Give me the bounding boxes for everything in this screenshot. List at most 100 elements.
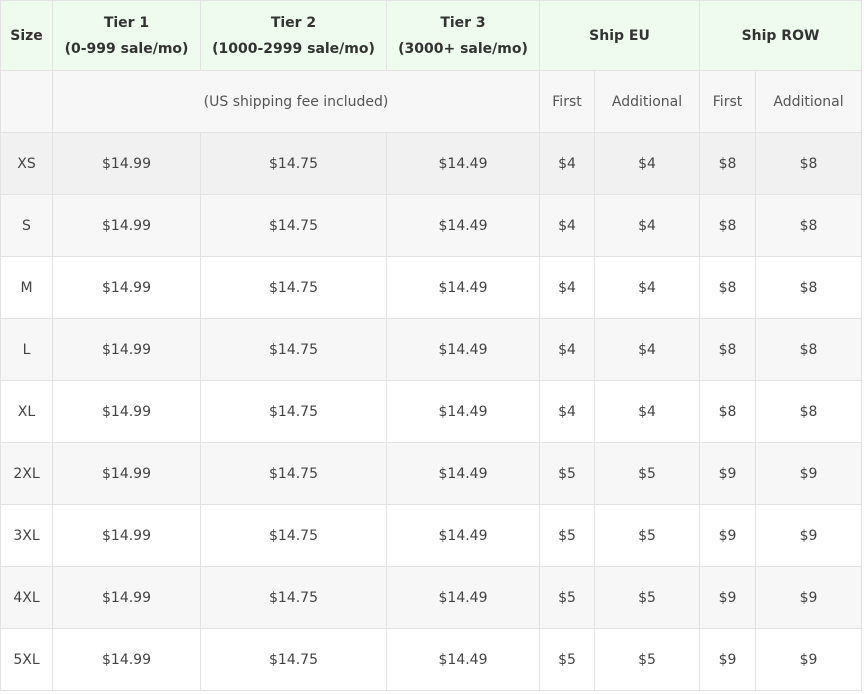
table-row: 4XL $14.99 $14.75 $14.49 $5 $5 $9 $9 bbox=[0, 566, 862, 629]
row-first-price: $9 bbox=[699, 442, 756, 505]
row-first-price: $9 bbox=[699, 628, 756, 691]
tier-2-price: $14.75 bbox=[200, 442, 387, 505]
tier-1-price: $14.99 bbox=[52, 256, 201, 319]
tier-3-price: $14.49 bbox=[386, 442, 540, 505]
tier-1-price: $14.99 bbox=[52, 504, 201, 567]
row-first-price: $8 bbox=[699, 132, 756, 195]
eu-additional-price: $4 bbox=[594, 132, 700, 195]
eu-additional-price: $4 bbox=[594, 380, 700, 443]
row-additional-price: $9 bbox=[755, 442, 862, 505]
tier-3-price: $14.49 bbox=[386, 504, 540, 567]
tier-2-price: $14.75 bbox=[200, 566, 387, 629]
tier-2-price: $14.75 bbox=[200, 628, 387, 691]
subheader-empty bbox=[0, 70, 53, 133]
tier-3-price: $14.49 bbox=[386, 380, 540, 443]
tier-3-title: Tier 3 bbox=[440, 14, 486, 31]
tier-2-price: $14.75 bbox=[200, 504, 387, 567]
eu-first-price: $4 bbox=[539, 132, 595, 195]
tier-2-price: $14.75 bbox=[200, 380, 387, 443]
header-size: Size bbox=[0, 0, 53, 71]
tier-1-price: $14.99 bbox=[52, 566, 201, 629]
size-cell: XL bbox=[0, 380, 53, 443]
size-cell: 3XL bbox=[0, 504, 53, 567]
eu-additional-price: $4 bbox=[594, 194, 700, 257]
tier-1-price: $14.99 bbox=[52, 194, 201, 257]
header-tier-1: Tier 1 (0-999 sale/mo) bbox=[52, 0, 201, 71]
tier-2-title: Tier 2 bbox=[270, 14, 317, 31]
tier-1-title: Tier 1 bbox=[103, 14, 150, 31]
tier-1-price: $14.99 bbox=[52, 380, 201, 443]
tier-1-price: $14.99 bbox=[52, 628, 201, 691]
eu-first-price: $4 bbox=[539, 318, 595, 381]
row-first-price: $8 bbox=[699, 194, 756, 257]
tier-2-price: $14.75 bbox=[200, 256, 387, 319]
row-additional-price: $8 bbox=[755, 194, 862, 257]
table-row: L $14.99 $14.75 $14.49 $4 $4 $8 $8 bbox=[0, 318, 862, 381]
eu-first-price: $5 bbox=[539, 628, 595, 691]
eu-first-price: $5 bbox=[539, 566, 595, 629]
tier-3-range: (3000+ sale/mo) bbox=[398, 40, 528, 57]
row-first-price: $8 bbox=[699, 380, 756, 443]
header-ship-row: Ship ROW bbox=[699, 0, 862, 71]
row-first-price: $9 bbox=[699, 504, 756, 567]
header-tier-2: Tier 2 (1000-2999 sale/mo) bbox=[200, 0, 387, 71]
tier-2-range: (1000-2999 sale/mo) bbox=[212, 40, 375, 57]
tier-3-price: $14.49 bbox=[386, 132, 540, 195]
eu-first-label: First bbox=[539, 70, 595, 133]
pricing-table: Size Tier 1 (0-999 sale/mo) Tier 2 (1000… bbox=[0, 0, 862, 691]
header-tier-3: Tier 3 (3000+ sale/mo) bbox=[386, 0, 540, 71]
tier-3-price: $14.49 bbox=[386, 194, 540, 257]
eu-additional-price: $5 bbox=[594, 442, 700, 505]
table-row: 5XL $14.99 $14.75 $14.49 $5 $5 $9 $9 bbox=[0, 628, 862, 691]
row-additional-price: $9 bbox=[755, 566, 862, 629]
row-additional-label: Additional bbox=[755, 70, 862, 133]
row-first-label: First bbox=[699, 70, 756, 133]
tier-1-price: $14.99 bbox=[52, 318, 201, 381]
table-row: XL $14.99 $14.75 $14.49 $4 $4 $8 $8 bbox=[0, 380, 862, 443]
tier-1-price: $14.99 bbox=[52, 442, 201, 505]
row-additional-price: $8 bbox=[755, 380, 862, 443]
size-cell: 2XL bbox=[0, 442, 53, 505]
tier-3-price: $14.49 bbox=[386, 628, 540, 691]
eu-first-price: $4 bbox=[539, 380, 595, 443]
eu-additional-price: $5 bbox=[594, 566, 700, 629]
table-row: 2XL $14.99 $14.75 $14.49 $5 $5 $9 $9 bbox=[0, 442, 862, 505]
row-additional-price: $9 bbox=[755, 628, 862, 691]
table-row: 3XL $14.99 $14.75 $14.49 $5 $5 $9 $9 bbox=[0, 504, 862, 567]
eu-additional-label: Additional bbox=[594, 70, 700, 133]
eu-additional-price: $5 bbox=[594, 504, 700, 567]
eu-additional-price: $5 bbox=[594, 628, 700, 691]
row-additional-price: $8 bbox=[755, 132, 862, 195]
table-row: XS $14.99 $14.75 $14.49 $4 $4 $8 $8 bbox=[0, 132, 862, 195]
tier-2-price: $14.75 bbox=[200, 132, 387, 195]
row-first-price: $8 bbox=[699, 318, 756, 381]
tier-3-price: $14.49 bbox=[386, 318, 540, 381]
size-cell: 5XL bbox=[0, 628, 53, 691]
header-ship-eu: Ship EU bbox=[539, 0, 700, 71]
tier-1-range: (0-999 sale/mo) bbox=[64, 40, 189, 57]
subheader-row: (US shipping fee included) First Additio… bbox=[0, 70, 862, 133]
us-shipping-note: (US shipping fee included) bbox=[52, 70, 540, 133]
eu-additional-price: $4 bbox=[594, 256, 700, 319]
row-first-price: $9 bbox=[699, 566, 756, 629]
row-additional-price: $8 bbox=[755, 318, 862, 381]
row-first-price: $8 bbox=[699, 256, 756, 319]
row-additional-price: $9 bbox=[755, 504, 862, 567]
size-cell: L bbox=[0, 318, 53, 381]
eu-first-price: $4 bbox=[539, 194, 595, 257]
tier-1-price: $14.99 bbox=[52, 132, 201, 195]
eu-additional-price: $4 bbox=[594, 318, 700, 381]
size-cell: S bbox=[0, 194, 53, 257]
size-cell: XS bbox=[0, 132, 53, 195]
tier-2-price: $14.75 bbox=[200, 318, 387, 381]
table-row: M $14.99 $14.75 $14.49 $4 $4 $8 $8 bbox=[0, 256, 862, 319]
tier-3-price: $14.49 bbox=[386, 566, 540, 629]
tier-2-price: $14.75 bbox=[200, 194, 387, 257]
eu-first-price: $5 bbox=[539, 442, 595, 505]
table-row: S $14.99 $14.75 $14.49 $4 $4 $8 $8 bbox=[0, 194, 862, 257]
size-cell: M bbox=[0, 256, 53, 319]
row-additional-price: $8 bbox=[755, 256, 862, 319]
header-row: Size Tier 1 (0-999 sale/mo) Tier 2 (1000… bbox=[0, 0, 862, 71]
size-cell: 4XL bbox=[0, 566, 53, 629]
eu-first-price: $5 bbox=[539, 504, 595, 567]
